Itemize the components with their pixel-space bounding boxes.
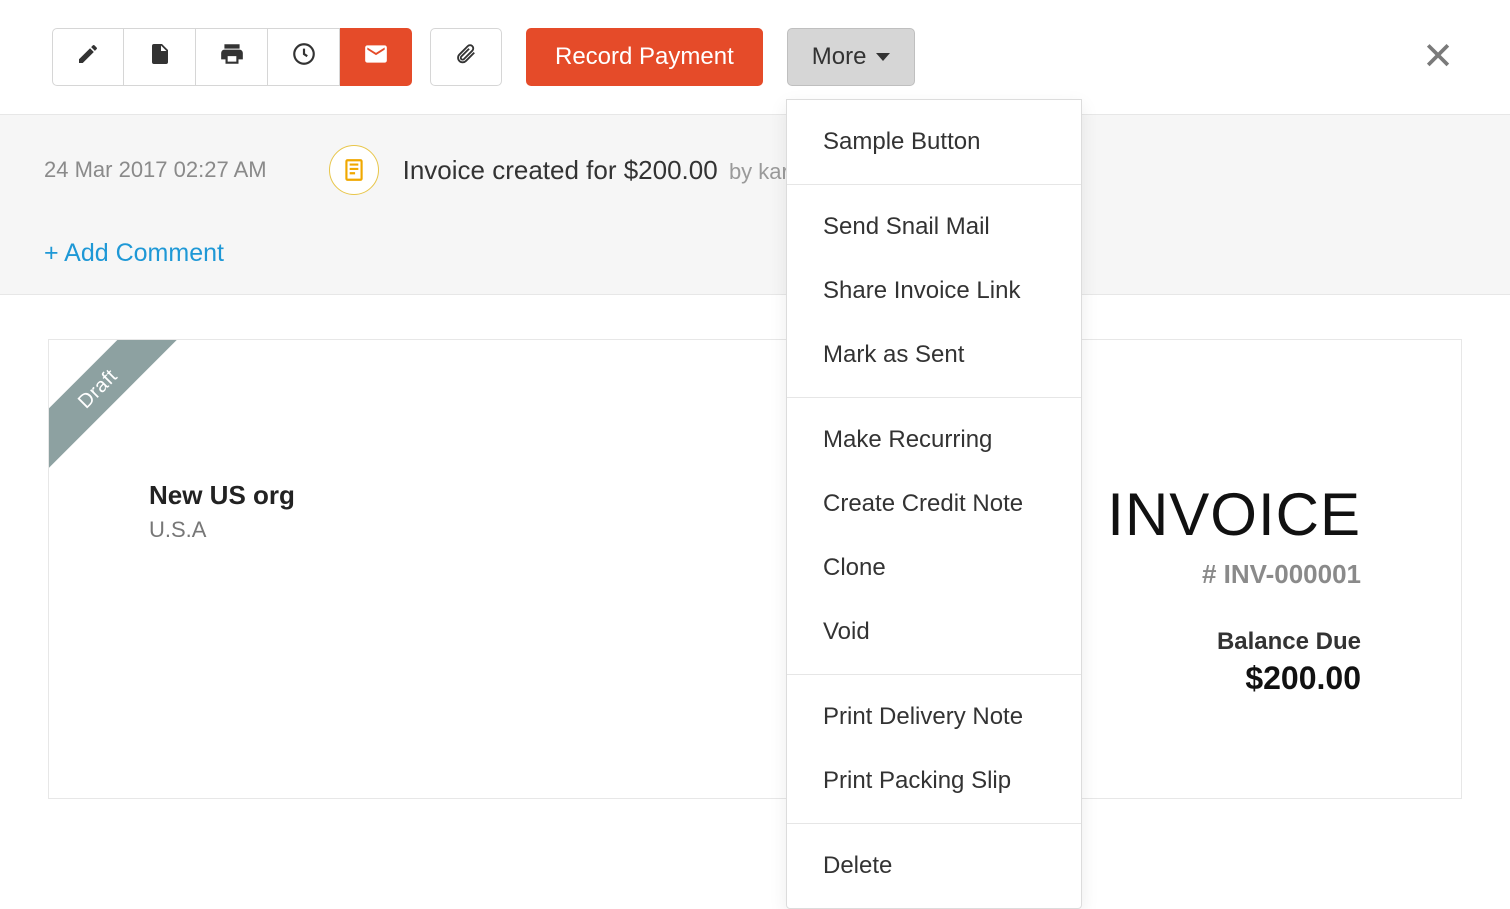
- balance-due-label: Balance Due: [1107, 628, 1361, 656]
- pdf-icon: [148, 42, 172, 72]
- record-payment-button[interactable]: Record Payment: [526, 28, 763, 86]
- record-payment-label: Record Payment: [555, 43, 734, 71]
- more-dropdown: Sample Button Send Snail Mail Share Invo…: [786, 99, 1082, 909]
- toolbar-button-group: [52, 28, 412, 86]
- dropdown-item-delete[interactable]: Delete: [787, 834, 1081, 898]
- paperclip-icon: [455, 41, 477, 73]
- dropdown-item-sample-button[interactable]: Sample Button: [787, 110, 1081, 174]
- activity-panel: 24 Mar 2017 02:27 AM Invoice created for…: [0, 115, 1510, 295]
- email-button[interactable]: [340, 28, 412, 86]
- dropdown-item-send-snail-mail[interactable]: Send Snail Mail: [787, 195, 1081, 259]
- print-icon: [219, 41, 245, 73]
- dropdown-item-clone[interactable]: Clone: [787, 536, 1081, 600]
- pencil-icon: [76, 42, 100, 72]
- balance-due-value: $200.00: [1107, 660, 1361, 697]
- edit-button[interactable]: [52, 28, 124, 86]
- activity-date: 24 Mar 2017 02:27 AM: [44, 157, 267, 183]
- attachment-button[interactable]: [430, 28, 502, 86]
- activity-row: 24 Mar 2017 02:27 AM Invoice created for…: [44, 145, 1466, 195]
- invoice-paper: Draft New US org U.S.A INVOICE # INV-000…: [48, 339, 1462, 799]
- more-button[interactable]: More: [787, 28, 916, 86]
- invoice-number: # INV-000001: [1107, 559, 1361, 590]
- clock-icon: [291, 41, 317, 73]
- status-ribbon: Draft: [48, 339, 194, 485]
- close-button[interactable]: ✕: [1422, 38, 1454, 76]
- invoice-summary: INVOICE # INV-000001 Balance Due $200.00: [1107, 480, 1361, 697]
- activity-text: Invoice created for $200.00 by karthi: [403, 155, 813, 186]
- dropdown-item-mark-as-sent[interactable]: Mark as Sent: [787, 323, 1081, 387]
- dropdown-item-make-recurring[interactable]: Make Recurring: [787, 408, 1081, 472]
- dropdown-item-print-delivery-note[interactable]: Print Delivery Note: [787, 685, 1081, 749]
- pdf-button[interactable]: [124, 28, 196, 86]
- close-icon: ✕: [1422, 36, 1454, 78]
- activity-amount: $200.00: [624, 155, 718, 185]
- dropdown-item-print-packing-slip[interactable]: Print Packing Slip: [787, 749, 1081, 813]
- toolbar: Record Payment More ✕: [0, 0, 1510, 115]
- dropdown-item-create-credit-note[interactable]: Create Credit Note: [787, 472, 1081, 536]
- activity-text-prefix: Invoice created for: [403, 155, 624, 185]
- print-button[interactable]: [196, 28, 268, 86]
- add-comment-link[interactable]: + Add Comment: [44, 239, 1466, 268]
- dropdown-item-void[interactable]: Void: [787, 600, 1081, 664]
- activity-type-icon: [329, 145, 379, 195]
- mail-icon: [363, 41, 389, 73]
- more-label: More: [812, 43, 867, 71]
- history-button[interactable]: [268, 28, 340, 86]
- dropdown-item-share-invoice-link[interactable]: Share Invoice Link: [787, 259, 1081, 323]
- invoice-title: INVOICE: [1107, 480, 1361, 549]
- invoice-area: Draft New US org U.S.A INVOICE # INV-000…: [0, 295, 1510, 843]
- chevron-down-icon: [876, 53, 890, 61]
